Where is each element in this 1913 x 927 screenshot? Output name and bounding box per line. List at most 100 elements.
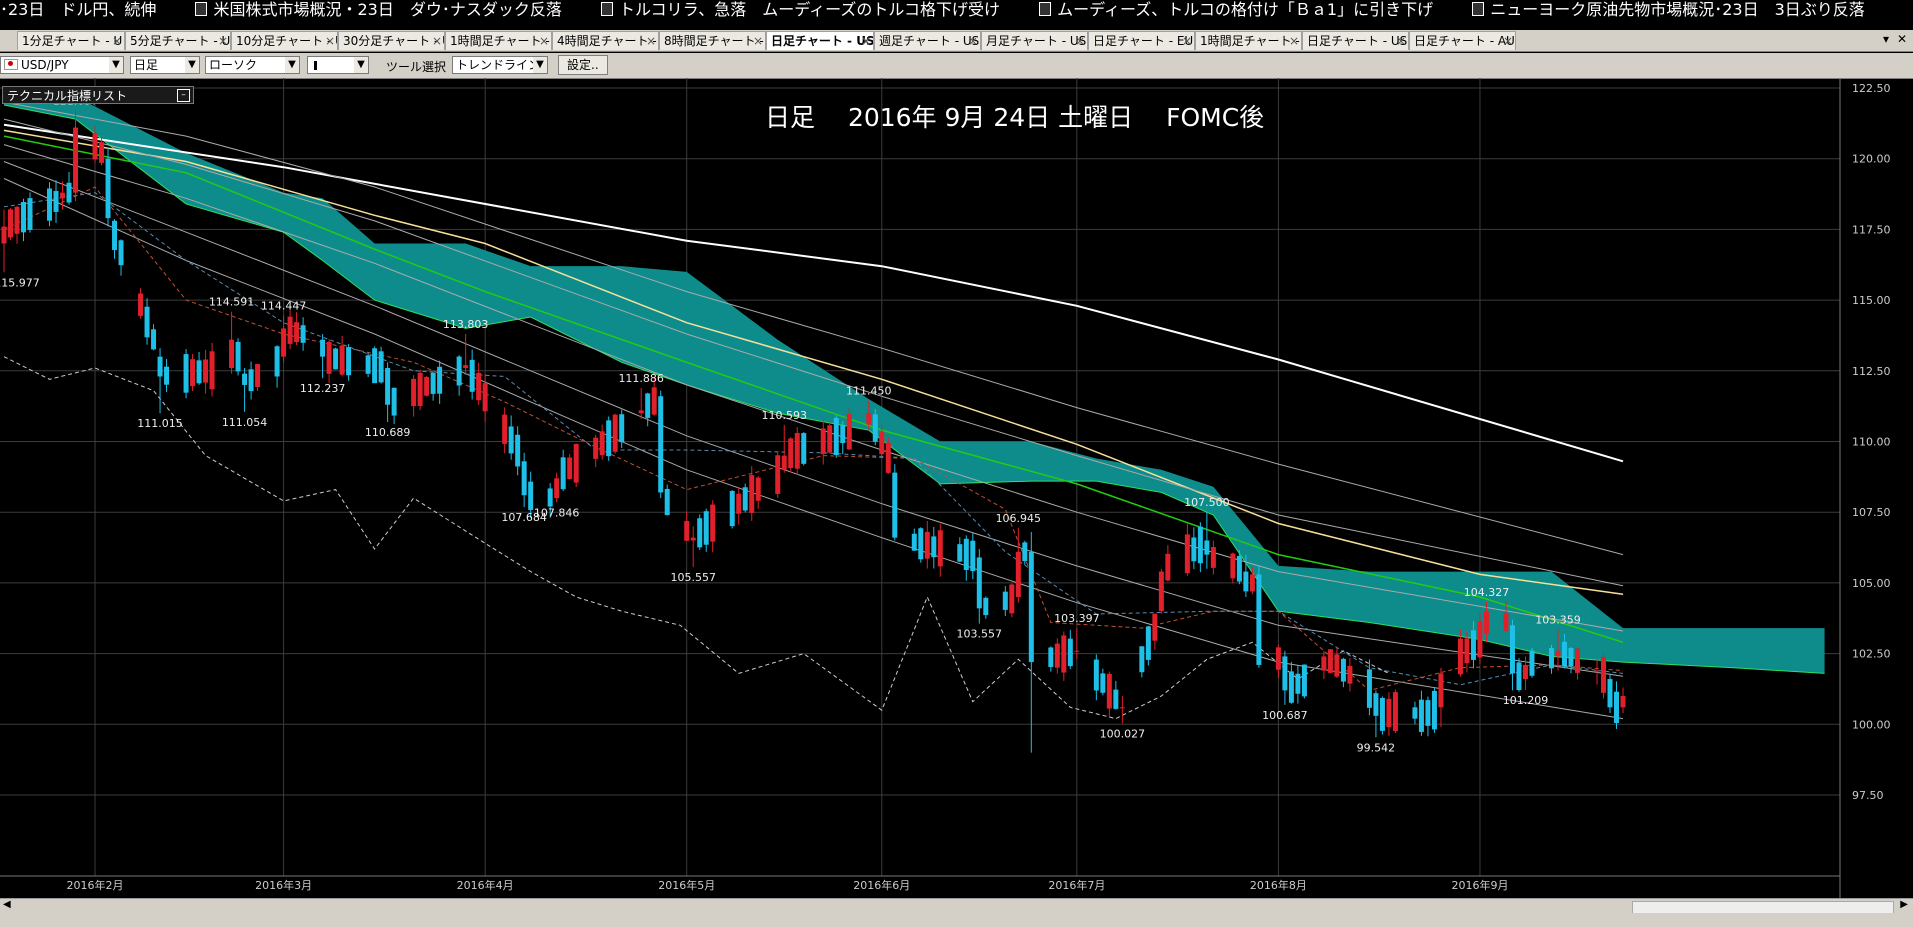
ticker-item[interactable]: トルコリラ、急落 ムーディーズのトルコ格下げ受け: [600, 0, 1000, 20]
tab-label: 月足チャート - USI: [986, 34, 1088, 48]
y-tick-label: 115.00: [1852, 294, 1891, 307]
chart-area[interactable]: 121.697115.977114.591114.447113.803112.2…: [0, 78, 1913, 898]
close-icon[interactable]: ×: [1396, 32, 1406, 50]
candle-body: [346, 347, 352, 376]
candle-body: [417, 372, 423, 407]
technical-indicator-list-button[interactable]: テクニカル指標リスト –: [2, 86, 194, 104]
candle-body: [1256, 574, 1262, 665]
candle-body: [827, 425, 833, 453]
close-icon[interactable]: ×: [539, 32, 549, 50]
candle-body: [411, 378, 417, 407]
price-label: 103.359: [1535, 613, 1581, 626]
candle-body: [1048, 647, 1054, 667]
close-icon[interactable]: ×: [112, 32, 122, 50]
candle-body: [53, 190, 59, 212]
ticker-text: 米国株式市場概況・23日 ダウ･ナスダック反落: [213, 0, 562, 19]
ticker-item[interactable]: ムーディーズ、トルコの格付け「Ｂａ1」に引き下げ: [1039, 0, 1433, 20]
close-icon[interactable]: ×: [1503, 32, 1513, 50]
candle-body: [1243, 571, 1249, 592]
candle-body: [833, 417, 839, 456]
tab-chart[interactable]: 10分足チャート - U ×: [231, 31, 338, 50]
candle-body: [1477, 621, 1483, 658]
tab-chart[interactable]: 月足チャート - USI ×: [981, 31, 1088, 50]
news-ticker[interactable]: ･23日 ドル円、続伸 米国株式市場概況・23日 ダウ･ナスダック反落 トルコリ…: [0, 0, 1913, 20]
scroll-right-icon[interactable]: ▶: [1900, 899, 1908, 910]
tab-list-menu-icon[interactable]: ▾: [1883, 32, 1889, 46]
tab-chart[interactable]: 1時間足チャート - ×: [1195, 31, 1302, 50]
close-icon[interactable]: ×: [325, 32, 335, 50]
close-icon[interactable]: ×: [861, 32, 871, 50]
tab-chart[interactable]: 日足チャート - US ×: [766, 31, 874, 50]
candlestick-chart[interactable]: 121.697115.977114.591114.447113.803112.2…: [0, 78, 1913, 898]
y-tick-label: 102.50: [1852, 648, 1891, 661]
candle-body: [183, 354, 189, 393]
tab-chart[interactable]: 日足チャート - USI ×: [1302, 31, 1409, 50]
chart-tab-bar: ▾ ✕ 1分足チャート - U × 5分足チャート - U × 10分足チャート - U…: [0, 30, 1913, 52]
chart-style-select[interactable]: ローソク ▼: [205, 56, 300, 74]
ticker-item[interactable]: 米国株式市場概況・23日 ダウ･ナスダック反落: [195, 0, 562, 20]
x-tick-label: 2016年6月: [853, 878, 910, 892]
candle-body: [1275, 647, 1281, 670]
candle-body: [1431, 690, 1437, 730]
tab-chart[interactable]: 1時間足チャート - ×: [445, 31, 552, 50]
minimize-icon[interactable]: –: [177, 89, 190, 102]
candle-body: [1282, 656, 1288, 691]
close-icon[interactable]: ×: [218, 32, 228, 50]
candle-body: [190, 359, 196, 387]
close-icon[interactable]: ×: [1289, 32, 1299, 50]
close-icon[interactable]: ×: [646, 32, 656, 50]
close-icon[interactable]: ×: [968, 32, 978, 50]
tab-chart[interactable]: 1分足チャート - U ×: [17, 31, 125, 50]
chart-style-value: ローソク: [209, 58, 258, 72]
close-icon[interactable]: ✕: [1897, 32, 1907, 46]
ticker-item[interactable]: ･23日 ドル円、続伸: [0, 0, 156, 20]
currency-pair-select[interactable]: USD/JPY ▼: [0, 56, 124, 74]
close-icon[interactable]: ×: [753, 32, 763, 50]
candle-body: [1204, 540, 1210, 555]
horizontal-scrollbar[interactable]: ◀ ▶: [0, 898, 1913, 914]
tab-chart[interactable]: 4時間足チャート - ×: [552, 31, 659, 50]
candle-body: [1366, 669, 1372, 708]
tab-label: 週足チャート - USI: [879, 34, 981, 48]
timeframe-select[interactable]: 日足 ▼: [130, 56, 200, 74]
price-label: 111.054: [222, 416, 268, 429]
candle-body: [801, 433, 807, 464]
tab-chart[interactable]: 日足チャート - EUF ×: [1088, 31, 1195, 50]
tab-chart[interactable]: 日足チャート - AUI ×: [1409, 31, 1516, 50]
candle-body: [976, 557, 982, 609]
candle-body: [1230, 553, 1236, 579]
candle-body: [697, 518, 703, 548]
tab-chart[interactable]: 30分足チャート - U ×: [338, 31, 445, 50]
close-icon[interactable]: ×: [1182, 32, 1192, 50]
y-tick-label: 100.00: [1852, 718, 1891, 731]
candle-type-select[interactable]: ▼: [307, 56, 369, 74]
x-tick-label: 2016年2月: [67, 878, 124, 892]
candle-body: [1464, 638, 1470, 664]
ticker-item[interactable]: ニューヨーク原油先物市場概況･23日 3日ぶり反落: [1472, 0, 1865, 20]
candle-body: [1555, 650, 1561, 657]
tab-chart[interactable]: 週足チャート - USI ×: [874, 31, 981, 50]
candle-body: [957, 544, 963, 562]
tool-select[interactable]: トレンドライン ▼: [452, 56, 548, 74]
candle-body: [1503, 612, 1509, 631]
candle-body: [1379, 697, 1385, 731]
candle-body: [300, 325, 306, 343]
tab-label: 日足チャート - USI: [1307, 34, 1409, 48]
close-icon[interactable]: ×: [432, 32, 442, 50]
candle-body: [931, 536, 937, 558]
price-label: 104.327: [1464, 586, 1510, 599]
close-icon[interactable]: ×: [1075, 32, 1085, 50]
tab-chart[interactable]: 5分足チャート - U ×: [125, 31, 231, 50]
chart-toolbar: USD/JPY ▼ 日足 ▼ ローソク ▼ ▼ ツール選択 トレンドライン ▼ 設定..: [0, 53, 1913, 79]
tool-select-label: ツール選択: [386, 60, 447, 74]
news-icon: [1039, 2, 1052, 16]
settings-button[interactable]: 設定..: [558, 55, 608, 75]
candle-body: [138, 293, 144, 316]
candle-body: [1165, 553, 1171, 581]
candle-body: [333, 348, 339, 370]
tab-chart[interactable]: 8時間足チャート - ×: [659, 31, 766, 50]
scroll-left-icon[interactable]: ◀: [3, 899, 11, 910]
currency-pair-value: USD/JPY: [21, 58, 69, 72]
candle-body: [92, 133, 98, 160]
chevron-down-icon: ▼: [185, 57, 199, 73]
